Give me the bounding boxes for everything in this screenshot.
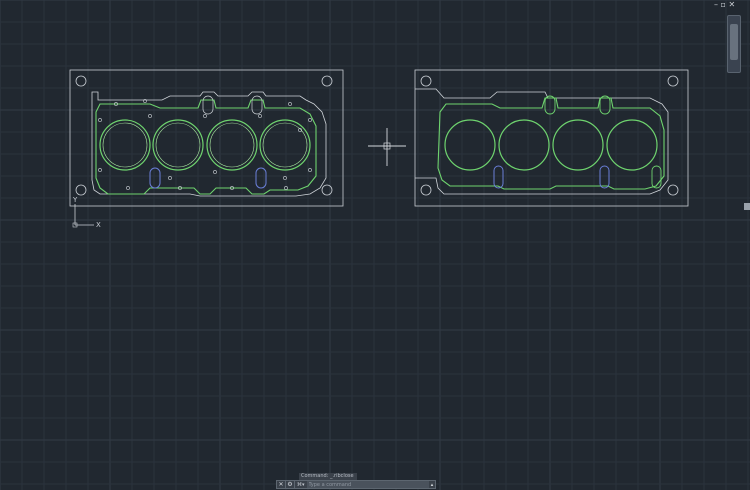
left-bore-2 — [152, 119, 204, 171]
right-slot-4 — [599, 95, 611, 115]
navigation-bar-thumb[interactable] — [730, 24, 738, 60]
right-mount-hole-tr — [667, 75, 679, 87]
right-mount-hole-tl — [420, 75, 432, 87]
left-bore-3-inner — [209, 122, 255, 168]
navigation-bar[interactable] — [727, 15, 741, 73]
bolt-hole — [126, 186, 130, 190]
right-slot-2 — [599, 165, 610, 189]
right-bore-4 — [606, 119, 658, 171]
left-slot-4 — [251, 95, 263, 115]
bolt-hole — [213, 170, 217, 174]
left-bore-4 — [259, 119, 311, 171]
left-mount-hole-tl — [75, 75, 87, 87]
right-gasket-drawing[interactable] — [414, 69, 689, 207]
minimize-icon[interactable]: – — [714, 0, 718, 9]
right-slot-1 — [493, 165, 504, 189]
ucs-x-label: X — [96, 221, 101, 229]
bolt-hole — [98, 168, 102, 172]
left-frame — [69, 69, 344, 207]
command-prompt-icon[interactable]: ⌘▾ — [295, 482, 307, 488]
bolt-hole — [148, 114, 152, 118]
right-mount-hole-br — [667, 184, 679, 196]
close-icon[interactable]: ✕ — [729, 0, 736, 9]
left-mount-hole-bl — [75, 184, 87, 196]
command-history: Command: _.ribclose — [299, 473, 357, 480]
bolt-hole — [98, 118, 102, 122]
ucs-y-label: Y — [72, 196, 78, 204]
bolt-hole — [308, 168, 312, 172]
left-bore-1 — [99, 119, 151, 171]
right-gasket-body — [437, 97, 665, 190]
left-slot-3 — [202, 95, 214, 115]
drawing-canvas[interactable]: Y X — [0, 0, 750, 490]
left-bore-2-inner — [155, 122, 201, 168]
left-slot-1 — [149, 167, 161, 189]
restore-icon[interactable]: ▫ — [721, 0, 726, 9]
left-gasket-drawing[interactable] — [69, 69, 344, 207]
close-command-line-icon[interactable]: ✕ — [277, 481, 286, 488]
ucs-icon: Y X — [72, 196, 101, 229]
settings-icon[interactable]: ⚙ — [286, 481, 295, 488]
right-bore-3 — [552, 119, 604, 171]
right-bore-1 — [444, 119, 496, 171]
left-gasket-body — [95, 99, 317, 195]
bolt-hole — [168, 176, 172, 180]
left-bore-3 — [206, 119, 258, 171]
left-bore-4-inner — [262, 122, 308, 168]
chevron-up-icon[interactable]: ▴ — [429, 482, 435, 488]
bolt-hole — [288, 102, 292, 106]
right-mount-hole-bl — [420, 184, 432, 196]
bolt-hole — [258, 114, 262, 118]
command-input[interactable] — [306, 481, 429, 488]
bolt-hole — [203, 114, 207, 118]
side-handle-icon[interactable] — [744, 203, 750, 210]
command-line-bar[interactable]: ✕ ⚙ ⌘▾ ▴ — [276, 480, 436, 489]
bolt-hole — [308, 118, 312, 122]
right-gasket-outline — [415, 88, 669, 195]
window-controls: – ▫ ✕ — [714, 0, 735, 9]
